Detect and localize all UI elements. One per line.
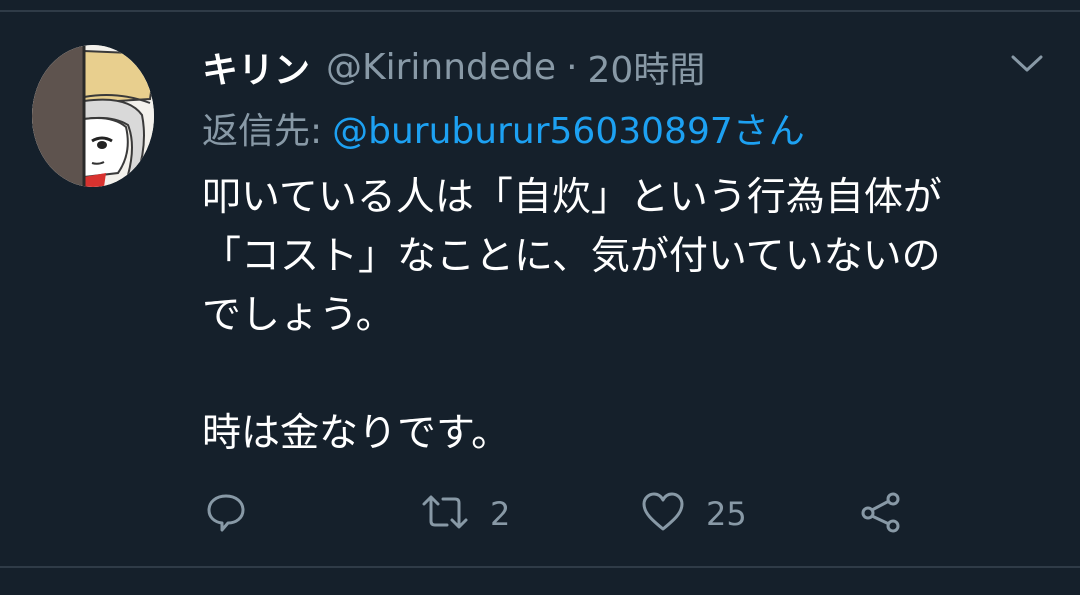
share-button[interactable] [858, 488, 904, 540]
tweet-menu-button[interactable] [1005, 48, 1049, 84]
chevron-down-icon [1010, 53, 1044, 79]
tweet-text: 叩いている人は「自炊」という行為自体が 「コスト」なことに、気が付いていないの … [202, 175, 942, 456]
avatar-illustration [32, 45, 154, 187]
header-separator: · [566, 46, 578, 88]
reply-to-link[interactable]: @buruburur56030897さん [332, 111, 805, 152]
bottom-divider [0, 566, 1080, 568]
display-name[interactable]: キリン [202, 41, 310, 93]
retweet-count: 2 [490, 495, 511, 533]
user-handle[interactable]: @Kirinndede [326, 47, 556, 88]
reply-prefix: 返信先: [202, 111, 323, 152]
top-divider [0, 10, 1080, 12]
tweet-header: キリン @Kirinndede · 20時間 [202, 40, 705, 94]
tweet-time[interactable]: 20時間 [588, 41, 706, 93]
retweet-button[interactable]: 2 [420, 488, 510, 540]
like-count: 25 [706, 495, 747, 533]
heart-icon [640, 490, 686, 538]
reply-button[interactable] [204, 488, 248, 540]
like-button[interactable]: 25 [640, 488, 747, 540]
tweet-actions: 2 25 [0, 488, 1080, 540]
retweet-icon [420, 490, 470, 538]
comment-icon [204, 490, 248, 538]
reply-context: 返信先: @buruburur56030897さん [202, 102, 805, 154]
avatar[interactable] [32, 45, 154, 187]
share-icon [858, 490, 904, 538]
